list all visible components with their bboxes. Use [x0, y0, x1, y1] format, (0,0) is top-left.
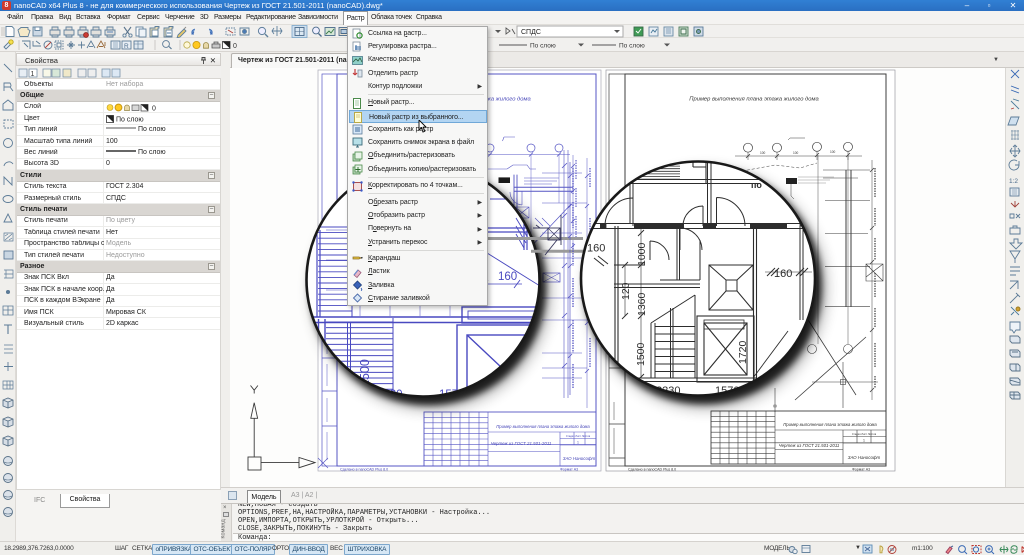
- svg-text:1:2: 1:2: [1009, 178, 1018, 185]
- svg-text:160: 160: [587, 243, 605, 255]
- svg-text:160: 160: [774, 268, 792, 280]
- svg-text:Сделано в nanoCAD Plus 8.0: Сделано в nanoCAD Plus 8.0: [628, 468, 676, 472]
- svg-text:Пример выполнения плана этажа: Пример выполнения плана этажа жилого дом…: [783, 422, 877, 427]
- svg-text:По слою: По слою: [530, 43, 556, 50]
- svg-text:Стадия Лист Листов: Стадия Лист Листов: [852, 432, 877, 436]
- svg-text:Стадия Лист Листов: Стадия Лист Листов: [566, 434, 591, 438]
- svg-text:1: 1: [577, 441, 579, 445]
- svg-text:Пример выполнения плана этажа: Пример выполнения плана этажа жилого дом…: [496, 424, 590, 429]
- svg-text:1: 1: [31, 71, 35, 78]
- svg-text:Сделано в nanoCAD Plus 8.0: Сделано в nanoCAD Plus 8.0: [340, 468, 388, 472]
- svg-text:0: 0: [233, 43, 237, 50]
- svg-text:Формат А3: Формат А3: [852, 468, 870, 472]
- svg-text:Пример выполнения плана этажа: Пример выполнения плана этажа жилого дом…: [689, 97, 819, 103]
- svg-text:ЗАО Нанософт: ЗАО Нанософт: [563, 456, 596, 461]
- svg-text:ЗАО Нанософт: ЗАО Нанософт: [848, 455, 881, 460]
- svg-text:1360: 1360: [636, 292, 648, 316]
- svg-text:1: 1: [863, 439, 865, 443]
- svg-text:100: 100: [793, 151, 799, 155]
- svg-text:1500: 1500: [635, 342, 647, 366]
- svg-text:по: по: [751, 180, 762, 190]
- svg-text:1000: 1000: [636, 242, 648, 266]
- svg-text:Чертеж из ГОСТ 21.501-2011: Чертеж из ГОСТ 21.501-2011: [491, 441, 552, 446]
- svg-text:1720: 1720: [737, 340, 749, 364]
- svg-text:100: 100: [760, 151, 766, 155]
- svg-text:По слою: По слою: [619, 43, 645, 50]
- svg-text:СПДС: СПДС: [521, 29, 541, 36]
- svg-text:Формат А3: Формат А3: [560, 468, 578, 472]
- svg-text:100: 100: [830, 150, 836, 154]
- svg-text:120: 120: [620, 282, 632, 300]
- svg-text:160: 160: [498, 271, 517, 283]
- svg-text:Чертеж из ГОСТ 21.501-2011: Чертеж из ГОСТ 21.501-2011: [779, 443, 840, 448]
- svg-text:R: R: [124, 43, 129, 50]
